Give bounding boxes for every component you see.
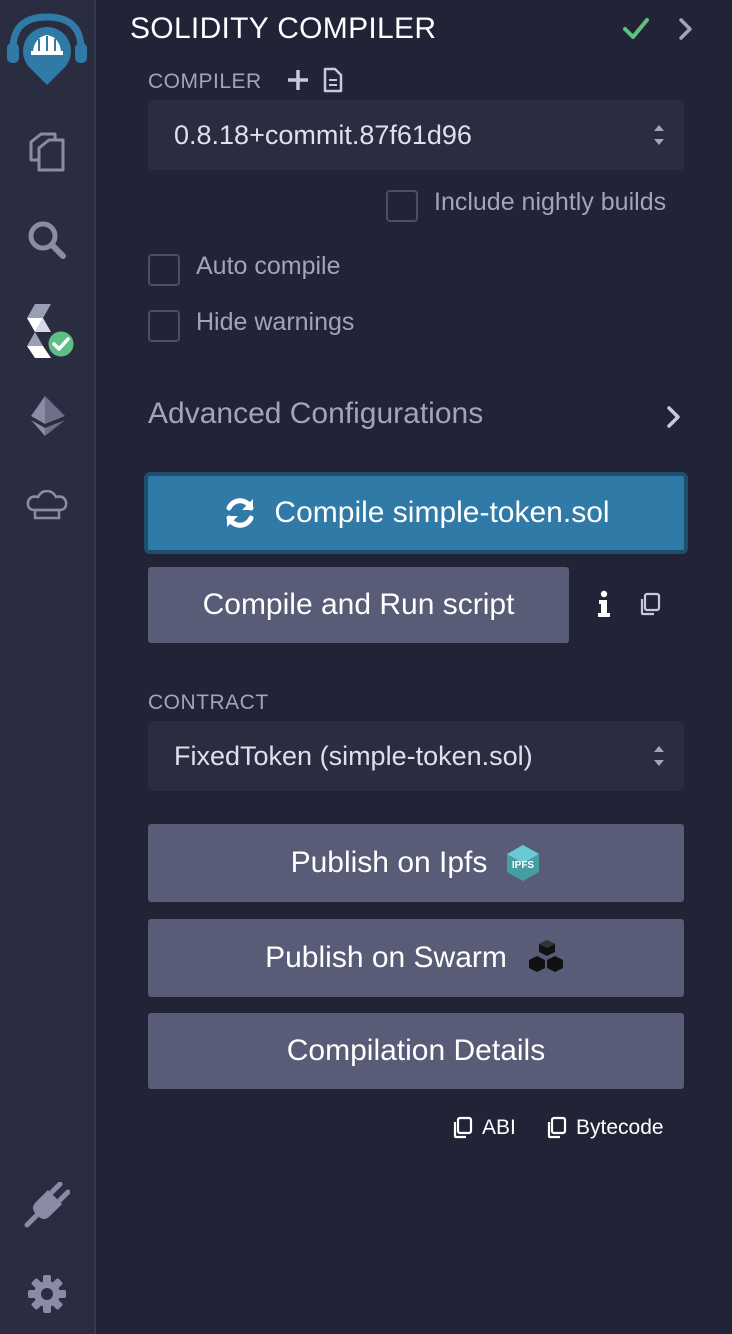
contract-value: FixedToken (simple-token.sol) [174,740,533,771]
publish-swarm-label: Publish on Swarm [265,941,507,974]
auto-compile-label: Auto compile [196,252,341,280]
compile-and-run-script-button[interactable]: Compile and Run script [148,567,569,643]
copy-bytecode-link[interactable]: Bytecode [546,1116,664,1140]
ipfs-logo-icon: IPFS [505,844,541,882]
copy-icon [452,1116,474,1140]
remix-logo-icon[interactable] [0,8,94,88]
refresh-icon [222,495,258,531]
icon-sidebar [0,0,96,1334]
settings-gear-icon[interactable] [0,1262,94,1326]
panel-title: SOLIDITY COMPILER [130,12,437,45]
chef-hat-icon[interactable] [0,478,94,534]
compile-button-label: Compile simple-token.sol [274,496,610,529]
hide-warnings-checkbox[interactable] [148,310,180,342]
copy-abi-link[interactable]: ABI [452,1116,516,1140]
advanced-chevron-right-icon[interactable] [666,404,682,435]
nightly-builds-label: Include nightly builds [434,188,667,216]
contract-select[interactable]: FixedToken (simple-token.sol) [148,721,684,791]
svg-text:IPFS: IPFS [512,860,535,871]
solidity-compiler-panel: SOLIDITY COMPILER COMPILER 0.8.18+commit… [98,0,732,1334]
solidity-compiler-icon[interactable] [0,296,94,366]
contract-label: CONTRACT [148,691,269,714]
compilation-details-button[interactable]: Compilation Details [148,1013,684,1089]
deploy-run-icon[interactable] [0,384,94,448]
plugin-manager-icon[interactable] [0,1170,94,1240]
compiler-version-select[interactable]: 0.8.18+commit.87f61d96 [148,100,684,170]
publish-ipfs-label: Publish on Ipfs [290,846,488,879]
info-icon[interactable] [596,590,612,623]
abi-label: ABI [482,1116,516,1139]
compilation-details-label: Compilation Details [286,1034,546,1067]
bytecode-label: Bytecode [576,1116,664,1139]
compiler-label: COMPILER [148,70,262,93]
copy-script-icon[interactable] [638,592,662,621]
publish-swarm-button[interactable]: Publish on Swarm [148,919,684,997]
nightly-builds-checkbox[interactable] [386,190,418,222]
hide-warnings-label: Hide warnings [196,308,355,336]
compile-button[interactable]: Compile simple-token.sol [144,472,688,554]
compiler-version-value: 0.8.18+commit.87f61d96 [174,119,472,150]
file-explorer-icon[interactable] [0,120,94,184]
copy-icon [546,1116,568,1140]
publish-ipfs-button[interactable]: Publish on Ipfs IPFS [148,824,684,902]
swarm-logo-icon [525,938,567,978]
select-arrows-icon [652,122,666,155]
panel-chevron-right-icon[interactable] [678,16,694,47]
add-compiler-plus-icon[interactable] [286,66,310,99]
select-arrows-icon [652,743,666,776]
auto-compile-checkbox[interactable] [148,254,180,286]
compile-run-label: Compile and Run script [202,588,515,621]
advanced-configurations-toggle[interactable]: Advanced Configurations [148,397,483,431]
compiler-docs-file-icon[interactable] [322,66,344,99]
compiled-success-check-icon [622,14,650,47]
search-icon[interactable] [0,208,94,272]
